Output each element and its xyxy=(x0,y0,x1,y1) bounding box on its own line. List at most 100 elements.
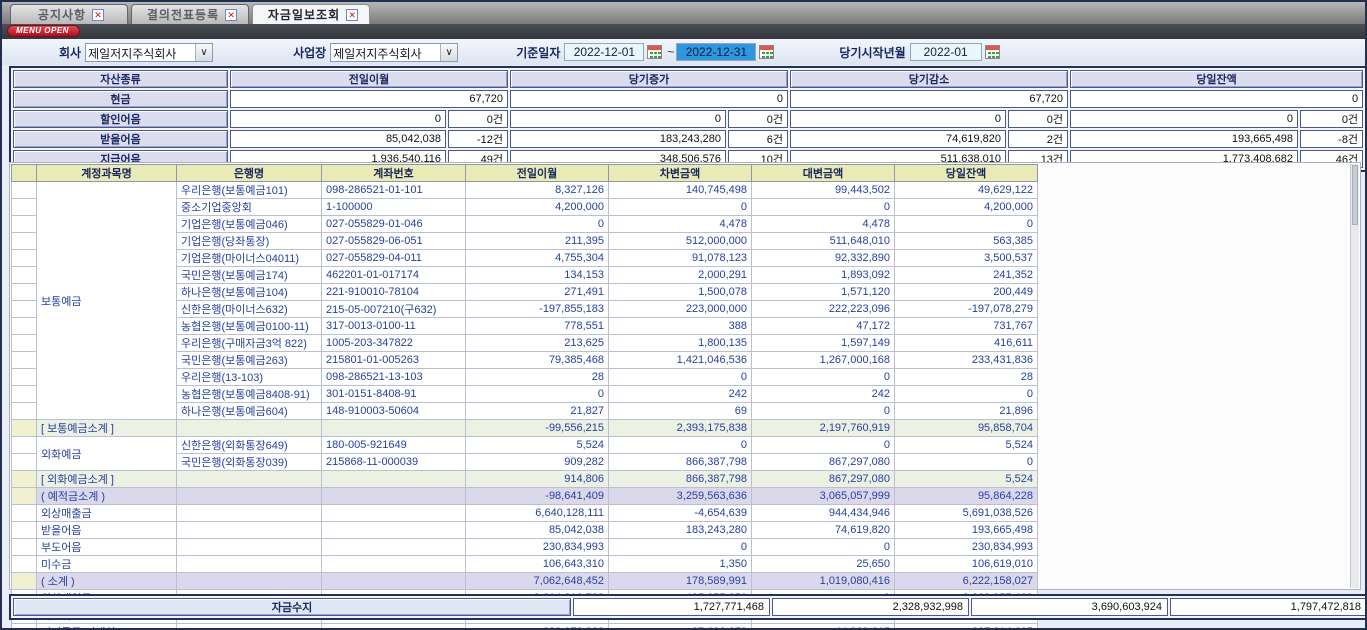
row-selector-cell[interactable] xyxy=(12,233,37,250)
amount-cell: 211,395 xyxy=(466,233,609,250)
vertical-scrollbar[interactable] xyxy=(1350,164,1359,588)
tab-자금일보조회[interactable]: 자금일보조회 ✕ xyxy=(252,4,370,24)
bank-name-cell xyxy=(177,539,322,556)
amount-cell: 2,393,175,838 xyxy=(609,420,752,437)
row-selector-cell[interactable] xyxy=(12,301,37,318)
row-selector-cell[interactable] xyxy=(12,556,37,573)
summary-row: 받을어음85,042,038-12건183,243,2806건74,619,82… xyxy=(13,130,1363,148)
amount-cell: 2,000,291 xyxy=(609,267,752,284)
close-icon[interactable]: ✕ xyxy=(346,9,358,21)
row-selector-cell[interactable] xyxy=(12,437,37,454)
detail-row: 외상매출금6,640,128,111-4,654,639944,434,9465… xyxy=(12,505,1038,522)
tab-strip: 공지사항✕결의전표등록✕ 자금일보조회 ✕ xyxy=(2,2,1365,24)
amount-cell: 25,650 xyxy=(752,556,895,573)
row-selector-cell[interactable] xyxy=(12,216,37,233)
summary-asset-label[interactable]: 받을어음 xyxy=(13,130,228,148)
amount-cell: 0 xyxy=(466,216,609,233)
row-selector-cell[interactable] xyxy=(12,284,37,301)
amount-cell: 99,443,502 xyxy=(752,182,895,199)
amount-cell: 223,000,000 xyxy=(609,301,752,318)
row-selector-cell[interactable] xyxy=(12,335,37,352)
tab-label: 자금일보조회 xyxy=(268,6,340,23)
amount-cell: 106,619,010 xyxy=(895,556,1038,573)
company-select[interactable]: 제일저지주식회사 ∨ xyxy=(85,43,213,62)
chevron-down-icon[interactable]: ∨ xyxy=(195,44,212,61)
amount-cell: 6,222,158,027 xyxy=(895,573,1038,590)
account-number-cell: 215868-11-000039 xyxy=(322,454,466,471)
row-selector-cell[interactable] xyxy=(12,369,37,386)
row-selector-cell[interactable] xyxy=(12,420,37,437)
account-number-cell: 098-286521-13-103 xyxy=(322,369,466,386)
amount-cell: 242 xyxy=(609,386,752,403)
row-selector-cell[interactable] xyxy=(12,624,37,630)
site-select[interactable]: 제일저지주식회사 ∨ xyxy=(330,43,458,62)
base-date-label: 기준일자 xyxy=(516,44,560,61)
filter-bar: 회사 제일저지주식회사 ∨ 사업장 제일저지주식회사 ∨ 기준일자 2022-1… xyxy=(2,39,1365,65)
row-selector-cell[interactable] xyxy=(12,539,37,556)
summary-value-cell: 0 xyxy=(510,110,726,128)
tab-결의전표등록[interactable]: 결의전표등록✕ xyxy=(131,4,249,24)
amount-cell: 909,282 xyxy=(466,454,609,471)
tab-공지사항[interactable]: 공지사항✕ xyxy=(10,4,128,24)
site-select-value: 제일저지주식회사 xyxy=(331,44,440,61)
bank-name-cell: 신한은행(외화통장649) xyxy=(177,437,322,454)
account-label-cell: [ 외화예금소계 ] xyxy=(37,471,177,488)
chevron-down-icon[interactable]: ∨ xyxy=(440,44,457,61)
row-selector-cell[interactable] xyxy=(12,403,37,420)
amount-cell: 3,259,563,636 xyxy=(609,488,752,505)
row-selector-cell[interactable] xyxy=(12,471,37,488)
date-from-input[interactable]: 2022-12-01 xyxy=(564,43,644,61)
summary-asset-label[interactable]: 할인어음 xyxy=(13,110,228,128)
row-selector-cell[interactable] xyxy=(12,488,37,505)
amount-cell: 222,223,096 xyxy=(752,301,895,318)
amount-cell: 5,524 xyxy=(466,437,609,454)
close-icon[interactable]: ✕ xyxy=(225,9,237,21)
period-start-label: 당기시작년월 xyxy=(839,44,905,61)
amount-cell: 3,500,537 xyxy=(895,250,1038,267)
amount-cell: 0 xyxy=(895,386,1038,403)
row-selector-cell[interactable] xyxy=(12,182,37,199)
bank-name-cell: 하나은행(보통예금104) xyxy=(177,284,322,301)
row-selector-cell[interactable] xyxy=(12,318,37,335)
date-to-input[interactable]: 2022-12-31 xyxy=(676,43,756,61)
menu-open-button[interactable]: MENU OPEN xyxy=(7,25,80,37)
amount-cell: 511,648,010 xyxy=(752,233,895,250)
detail-row: [ 보통예금소계 ]-99,556,2152,393,175,8382,197,… xyxy=(12,420,1038,437)
row-selector-cell[interactable] xyxy=(12,386,37,403)
row-selector-cell[interactable] xyxy=(12,267,37,284)
company-label: 회사 xyxy=(59,44,81,61)
row-selector-cell[interactable] xyxy=(12,505,37,522)
row-selector-cell[interactable] xyxy=(12,573,37,590)
calendar-icon[interactable] xyxy=(647,45,662,59)
summary-value-cell: 0 xyxy=(510,90,788,108)
company-select-value: 제일저지주식회사 xyxy=(86,44,195,61)
account-number-cell: 180-005-921649 xyxy=(322,437,466,454)
account-number-cell: 1005-203-347822 xyxy=(322,335,466,352)
row-selector-cell[interactable] xyxy=(12,199,37,216)
detail-row: 미수금106,643,3101,35025,650106,619,010 xyxy=(12,556,1038,573)
summary-header-asset-type: 자산종류 xyxy=(13,70,228,88)
amount-cell: 3,065,057,999 xyxy=(752,488,895,505)
amount-cell: 512,000,000 xyxy=(609,233,752,250)
row-selector-cell[interactable] xyxy=(12,522,37,539)
summary-value-cell: 67,720 xyxy=(790,90,1068,108)
calendar-icon[interactable] xyxy=(985,45,1000,59)
summary-section: 자산종류 전일이월 당기증가 당기감소 당일잔액 현금67,720067,720… xyxy=(9,66,1361,172)
summary-asset-label[interactable]: 현금 xyxy=(13,90,228,108)
scrollbar-thumb[interactable] xyxy=(1352,165,1358,225)
summary-value-cell: 0 xyxy=(230,110,446,128)
row-selector-cell[interactable] xyxy=(12,352,37,369)
period-start-input[interactable]: 2022-01 xyxy=(910,43,982,61)
amount-cell: 140,745,498 xyxy=(609,182,752,199)
row-selector-cell[interactable] xyxy=(12,454,37,471)
calendar-icon[interactable] xyxy=(759,45,774,59)
close-icon[interactable]: ✕ xyxy=(92,9,104,21)
amount-cell: 242 xyxy=(752,386,895,403)
summary-value-cell: 183,243,280 xyxy=(510,130,726,148)
detail-header-row: 계정과목명 은행명 계좌번호 전일이월 차변금액 대변금액 당일잔액 xyxy=(12,165,1038,182)
summary-value-cell: 67,720 xyxy=(230,90,508,108)
footer-section: 자금수지 1,727,771,468 2,328,932,998 3,690,6… xyxy=(9,594,1361,620)
row-selector-cell[interactable] xyxy=(12,250,37,267)
detail-header-credit-amount: 대변금액 xyxy=(752,165,895,182)
account-number-cell xyxy=(322,471,466,488)
